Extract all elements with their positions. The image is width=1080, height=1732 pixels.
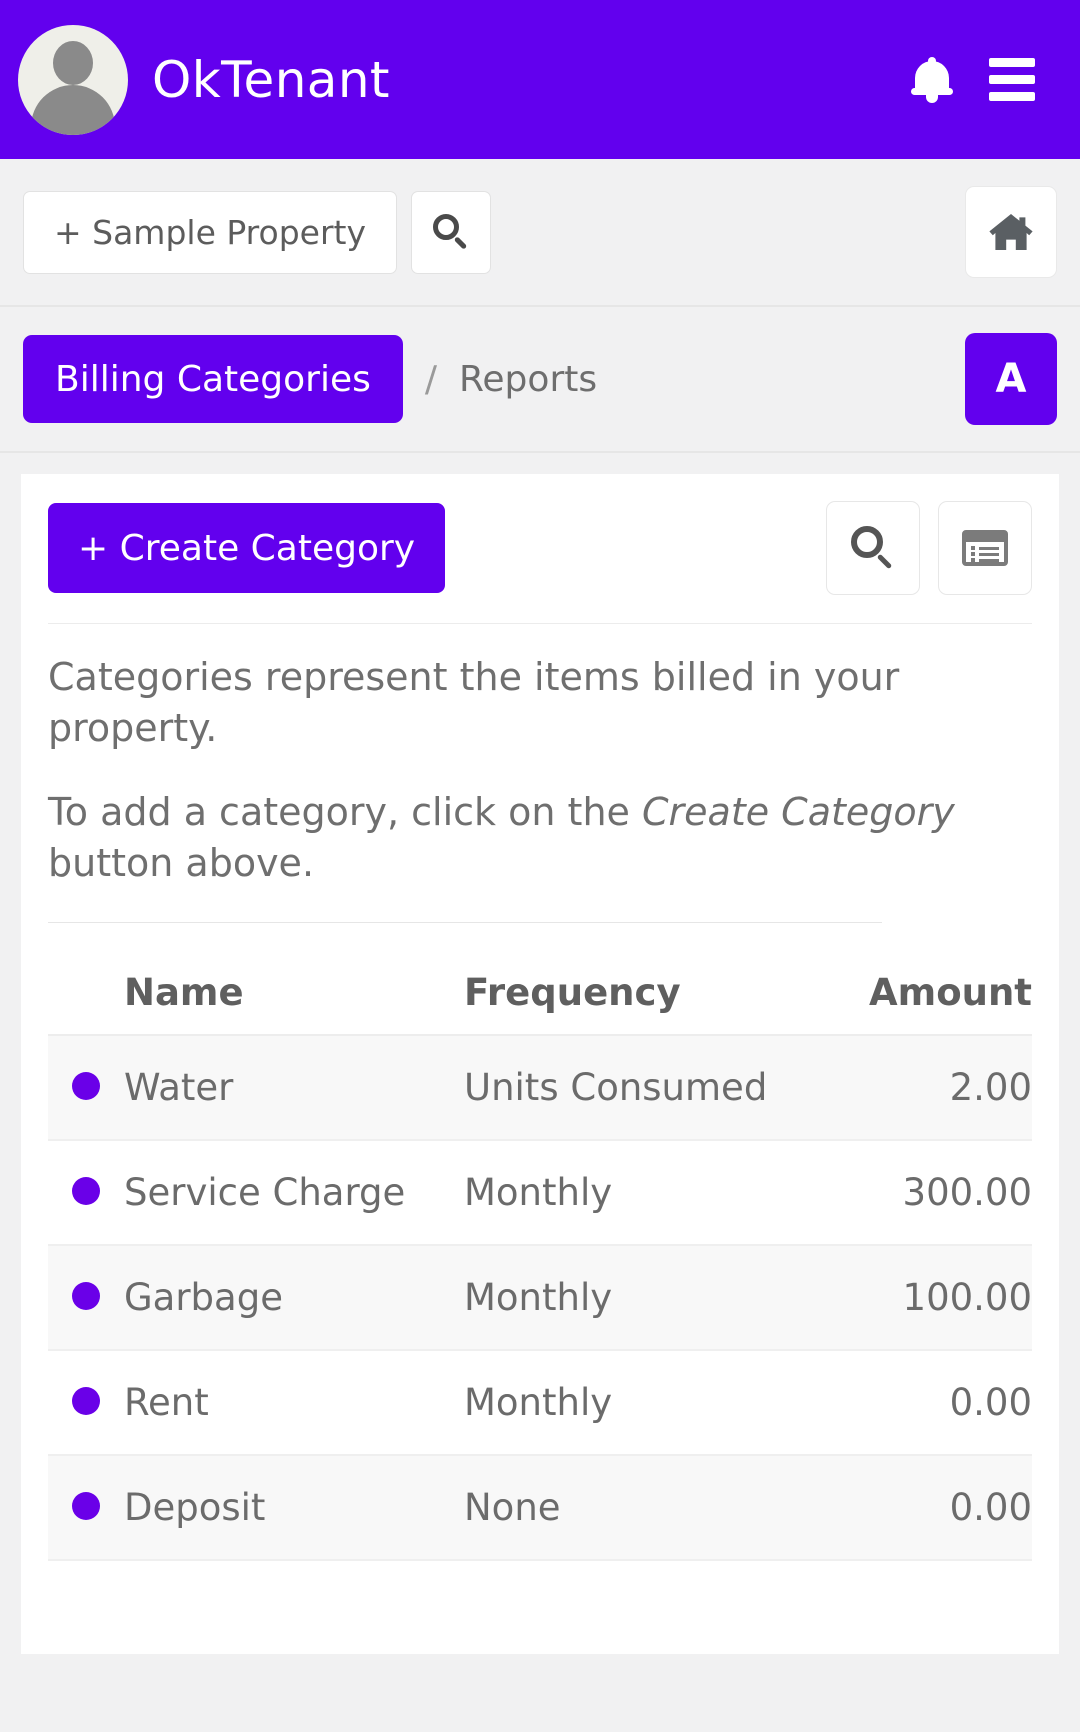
cell-frequency: None [464,1455,804,1560]
card-description: Categories represent the items billed in… [48,624,1032,923]
create-category-button[interactable]: + Create Category [48,503,445,593]
row-status-dot-cell [48,1245,124,1350]
avatar-body-shape [31,85,115,135]
table-row[interactable]: Service ChargeMonthly300.00 [48,1140,1032,1245]
description-suffix: button above. [48,841,314,885]
tab-billing-categories[interactable]: Billing Categories [23,335,403,423]
user-avatar-icon[interactable] [18,25,128,135]
cell-name[interactable]: Garbage [124,1245,464,1350]
category-search-button[interactable] [826,501,920,595]
cell-name[interactable]: Service Charge [124,1140,464,1245]
cell-frequency: Monthly [464,1140,804,1245]
bell-icon [911,57,953,103]
property-search-button[interactable] [411,191,491,274]
cell-name[interactable]: Water [124,1035,464,1140]
hamburger-menu-icon [989,58,1035,101]
row-status-dot-cell [48,1035,124,1140]
cell-frequency: Units Consumed [464,1035,804,1140]
search-icon [851,526,895,570]
row-status-dot-cell [48,1140,124,1245]
description-emphasis: Create Category [642,790,955,834]
card-action-bar: + Create Category [48,501,1032,624]
app-title: OkTenant [152,51,390,109]
tab-billing-categories-label: Billing Categories [55,359,371,400]
billing-categories-card: + Create Category Categories represent t… [21,474,1059,1654]
menu-button[interactable] [972,40,1052,120]
cell-frequency: Monthly [464,1245,804,1350]
description-prefix: To add a category, click on the [48,790,642,834]
cell-amount: 0.00 [804,1455,1032,1560]
breadcrumb-separator: / [425,359,437,400]
row-status-dot-cell [48,1455,124,1560]
property-selector-button[interactable]: + Sample Property [23,191,397,274]
description-divider [48,922,882,923]
column-header-name[interactable]: Name [124,949,464,1035]
cell-name[interactable]: Rent [124,1350,464,1455]
breadcrumb: Billing Categories / Reports A [0,307,1080,453]
notifications-button[interactable] [892,40,972,120]
list-view-icon [962,530,1008,566]
app-bar: OkTenant [0,0,1080,159]
description-line-1: Categories represent the items billed in… [48,652,1032,753]
cell-amount: 0.00 [804,1350,1032,1455]
table-row[interactable]: GarbageMonthly100.00 [48,1245,1032,1350]
column-header-indicator [48,949,124,1035]
column-header-frequency[interactable]: Frequency [464,949,804,1035]
home-button[interactable] [965,186,1057,278]
cell-amount: 300.00 [804,1140,1032,1245]
cell-frequency: Monthly [464,1350,804,1455]
row-status-dot-cell [48,1350,124,1455]
categories-table-head: Name Frequency Amount [48,949,1032,1035]
avatar-head-shape [53,41,93,85]
status-dot-icon [72,1387,100,1415]
account-avatar-button[interactable]: A [965,333,1057,425]
status-dot-icon [72,1072,100,1100]
cell-name[interactable]: Deposit [124,1455,464,1560]
search-icon [433,214,469,250]
description-line-2: To add a category, click on the Create C… [48,787,1032,888]
table-header-row: Name Frequency Amount [48,949,1032,1035]
categories-table: Name Frequency Amount WaterUnits Consume… [48,949,1032,1561]
cell-amount: 100.00 [804,1245,1032,1350]
status-dot-icon [72,1282,100,1310]
column-header-amount[interactable]: Amount [804,949,1032,1035]
categories-table-body: WaterUnits Consumed2.00Service ChargeMon… [48,1035,1032,1560]
table-row[interactable]: RentMonthly0.00 [48,1350,1032,1455]
status-dot-icon [72,1492,100,1520]
home-icon [987,211,1035,253]
status-dot-icon [72,1177,100,1205]
table-row[interactable]: DepositNone0.00 [48,1455,1032,1560]
tab-reports[interactable]: Reports [459,359,597,400]
property-toolbar: + Sample Property [0,159,1080,307]
table-row[interactable]: WaterUnits Consumed2.00 [48,1035,1032,1140]
cell-amount: 2.00 [804,1035,1032,1140]
list-view-button[interactable] [938,501,1032,595]
property-selector-label: + Sample Property [54,213,366,252]
